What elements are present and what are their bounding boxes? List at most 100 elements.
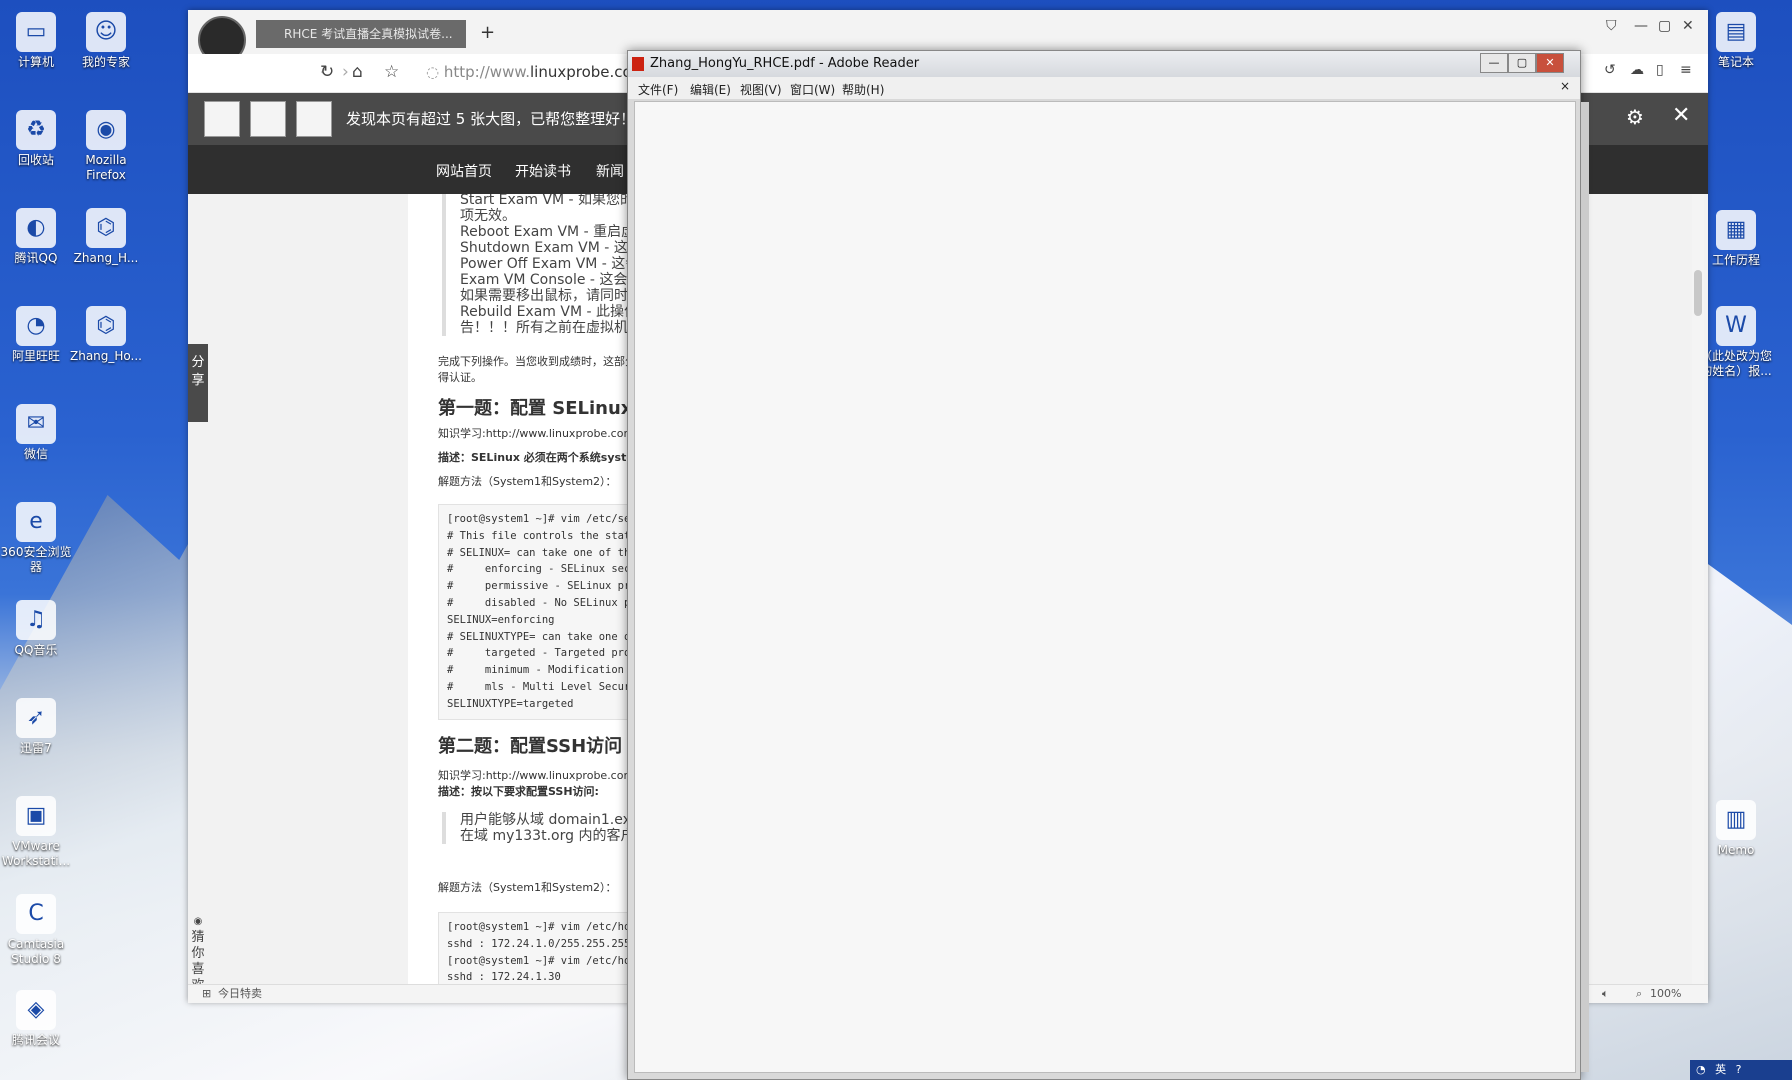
favorite-icon[interactable]: ☆ [384,62,399,82]
desktop-icon[interactable]: ⌬ Zhang_H... [66,208,146,266]
question-1-method: 解题方法（System1和System2）： [438,475,617,488]
browser-360-icon: e [16,502,56,542]
menu-edit[interactable]: 编辑(E) [690,81,731,98]
nav-news[interactable]: 新闻 [596,161,624,181]
pdf-file-icon: ⌬ [86,208,126,248]
maximize-button[interactable]: ▢ [1508,53,1536,73]
close-document-icon[interactable]: × [1560,79,1570,93]
cloud-icon[interactable]: ☁ [1630,62,1644,78]
minimize-button[interactable]: — [1634,18,1648,34]
desktop-icon[interactable]: ◔ 阿里旺旺 [0,306,76,364]
tab-bar: RHCE 考试直播全真模拟试卷... × + ⛉ — ▢ ✕ [188,10,1708,64]
document-icon: ▦ [1716,210,1756,250]
system-tray: ◔ 英 ? [1690,1060,1792,1080]
image-thumbnail[interactable] [250,101,286,137]
question-2-method: 解题方法（System1和System2）： [438,881,617,894]
desktop-icon[interactable]: ▥ Memo [1696,800,1776,858]
forward-icon[interactable]: › [342,62,349,82]
desktop-icon-label: Memo [1717,843,1755,857]
desktop-icon[interactable]: ▭ 计算机 [0,12,76,70]
computer-icon: ▭ [16,12,56,52]
desktop-icon-label: 回收站 [17,153,54,167]
scrollbar-thumb[interactable] [1694,270,1702,316]
vmware-icon: ▣ [16,796,56,836]
desktop-icon[interactable]: ◉ Mozilla Firefox [66,110,146,183]
close-icon[interactable]: ✕ [1672,103,1690,128]
gear-icon[interactable]: ⚙ [1626,105,1644,129]
desktop-icon-label: Mozilla Firefox [85,153,127,182]
desktop-icon[interactable]: ♫ QQ音乐 [0,600,76,658]
ime-indicator[interactable]: 英 [1715,1063,1726,1076]
image-thumbnail[interactable] [296,101,332,137]
word-icon: W [1716,306,1756,346]
skin-icon[interactable]: ⛉ [1606,18,1617,34]
nav-start-reading[interactable]: 开始读书 [515,161,571,181]
wechat-icon: ✉ [16,404,56,444]
home-icon[interactable]: ⌂ [352,62,363,82]
daily-deal-link[interactable]: 今日特卖 [218,985,262,1003]
camtasia-icon: C [16,894,56,934]
desktop-icon[interactable]: ♻ 回收站 [0,110,76,168]
browser-tab[interactable]: RHCE 考试直播全真模拟试卷... × [256,20,466,48]
tab-title: RHCE 考试直播全真模拟试卷... [284,27,453,41]
desktop-icon-label: Zhang_Ho... [70,349,142,363]
qq-music-icon: ♫ [16,600,56,640]
firefox-icon: ◉ [86,110,126,150]
close-button[interactable]: ✕ [1682,18,1694,34]
intro-text-2: 得认证。 [438,371,482,384]
adobe-reader-window: Zhang_HongYu_RHCE.pdf - Adobe Reader — ▢… [627,50,1589,1080]
desktop-icon[interactable]: C Camtasia Studio 8 [0,894,76,967]
question-1-learn-link[interactable]: 知识学习:http://www.linuxprobe.com/c [438,426,644,442]
help-icon[interactable]: ? [1736,1063,1742,1076]
phone-icon[interactable]: ▯ [1656,62,1664,78]
maximize-button[interactable]: ▢ [1658,18,1671,34]
menu-help[interactable]: 帮助(H) [842,81,884,98]
desktop-icon[interactable]: ▣ VMware Workstati... [0,796,76,869]
desktop-icon[interactable]: ◐ 腾讯QQ [0,208,76,266]
desktop-icon[interactable]: ◈ 腾讯会议 [0,990,76,1048]
history-icon[interactable]: ↺ [1604,62,1616,78]
desktop-icon[interactable]: ▤ 笔记本 [1696,12,1776,70]
page-scrollbar[interactable] [1692,194,1704,984]
image-thumbnail[interactable] [204,101,240,137]
desktop-icon-label: （此处改为您的姓名）报... [1699,349,1772,378]
desktop-icon[interactable]: e 360安全浏览器 [0,502,76,575]
desktop-icon-label: 阿里旺旺 [11,349,60,363]
desktop-icon[interactable]: ✉ 微信 [0,404,76,462]
menu-view[interactable]: 视图(V) [740,81,782,98]
notebook-icon: ▤ [1716,12,1756,52]
gift-icon: ⊞ [202,987,212,1000]
reader-scrollbar[interactable] [1581,102,1589,1072]
speaker-icon[interactable]: 🔈︎ [1602,985,1609,1003]
new-tab-button[interactable]: + [480,22,495,43]
pdf-icon [632,57,644,71]
zoom-icon: ⌕ [1636,987,1643,1000]
menu-file[interactable]: 文件(F) [638,81,678,98]
document-area[interactable] [634,101,1589,1073]
refresh-icon[interactable]: ↻ [320,62,334,82]
menu-icon[interactable]: ≡ [1680,62,1692,78]
recommend-panel[interactable]: ◉ 猜你喜欢 [190,914,206,984]
desktop-icon[interactable]: ⌬ Zhang_Ho... [66,306,146,364]
question-2-learn-link[interactable]: 知识学习:http://www.linuxprobe.com/c [438,768,644,784]
close-button[interactable]: ✕ [1536,53,1564,73]
security-icon: ◌ [426,63,444,81]
desktop-icon-label: 360安全浏览器 [0,545,72,574]
recycle-bin-icon: ♻ [16,110,56,150]
desktop-icon[interactable]: ☺ 我的专家 [66,12,146,70]
minimize-button[interactable]: — [1480,53,1508,73]
desktop-icon[interactable]: ➶ 迅雷7 [0,698,76,756]
aliwangwang-icon: ◔ [16,306,56,346]
desktop-icon[interactable]: ▦ 工作历程 [1696,210,1776,268]
desktop-icon[interactable]: W （此处改为您的姓名）报... [1696,306,1776,379]
thunder-icon: ➶ [16,698,56,738]
desktop-icon-label: 计算机 [17,55,54,69]
zoom-level[interactable]: 100% [1650,985,1681,1003]
menu-window[interactable]: 窗口(W) [790,81,835,98]
reader-title-bar[interactable]: Zhang_HongYu_RHCE.pdf - Adobe Reader — ▢… [628,51,1580,77]
network-icon[interactable]: ◔ [1696,1063,1706,1076]
image-bar-message: 发现本页有超过 5 张大图，已帮您整理好！您 [346,110,651,128]
nav-home[interactable]: 网站首页 [436,161,492,181]
share-button[interactable]: 分享 [188,344,208,422]
pdf-file-icon: ⌬ [86,306,126,346]
